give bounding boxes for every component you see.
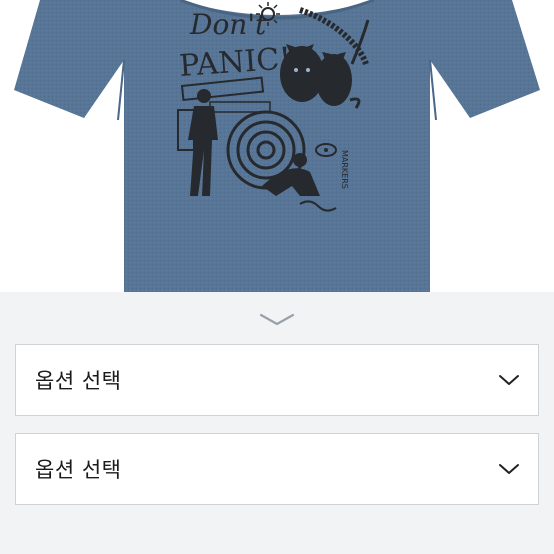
option-sheet: 옵션 선택 옵션 선택: [0, 292, 554, 554]
print-text-dont: Don't: [189, 8, 267, 41]
product-image: Don't PANIC! MARKERS: [0, 0, 554, 292]
tshirt-graphic: Don't PANIC! MARKERS: [14, 0, 540, 292]
chevron-down-icon: [499, 464, 519, 474]
option-select-1[interactable]: 옵션 선택: [15, 344, 539, 416]
option-select-label: 옵션 선택: [35, 369, 122, 393]
chevron-down-icon[interactable]: [257, 310, 297, 328]
option-select-label: 옵션 선택: [35, 458, 122, 482]
chevron-down-icon: [499, 375, 519, 385]
print-side-text: MARKERS: [340, 150, 349, 189]
option-select-2[interactable]: 옵션 선택: [15, 433, 539, 505]
